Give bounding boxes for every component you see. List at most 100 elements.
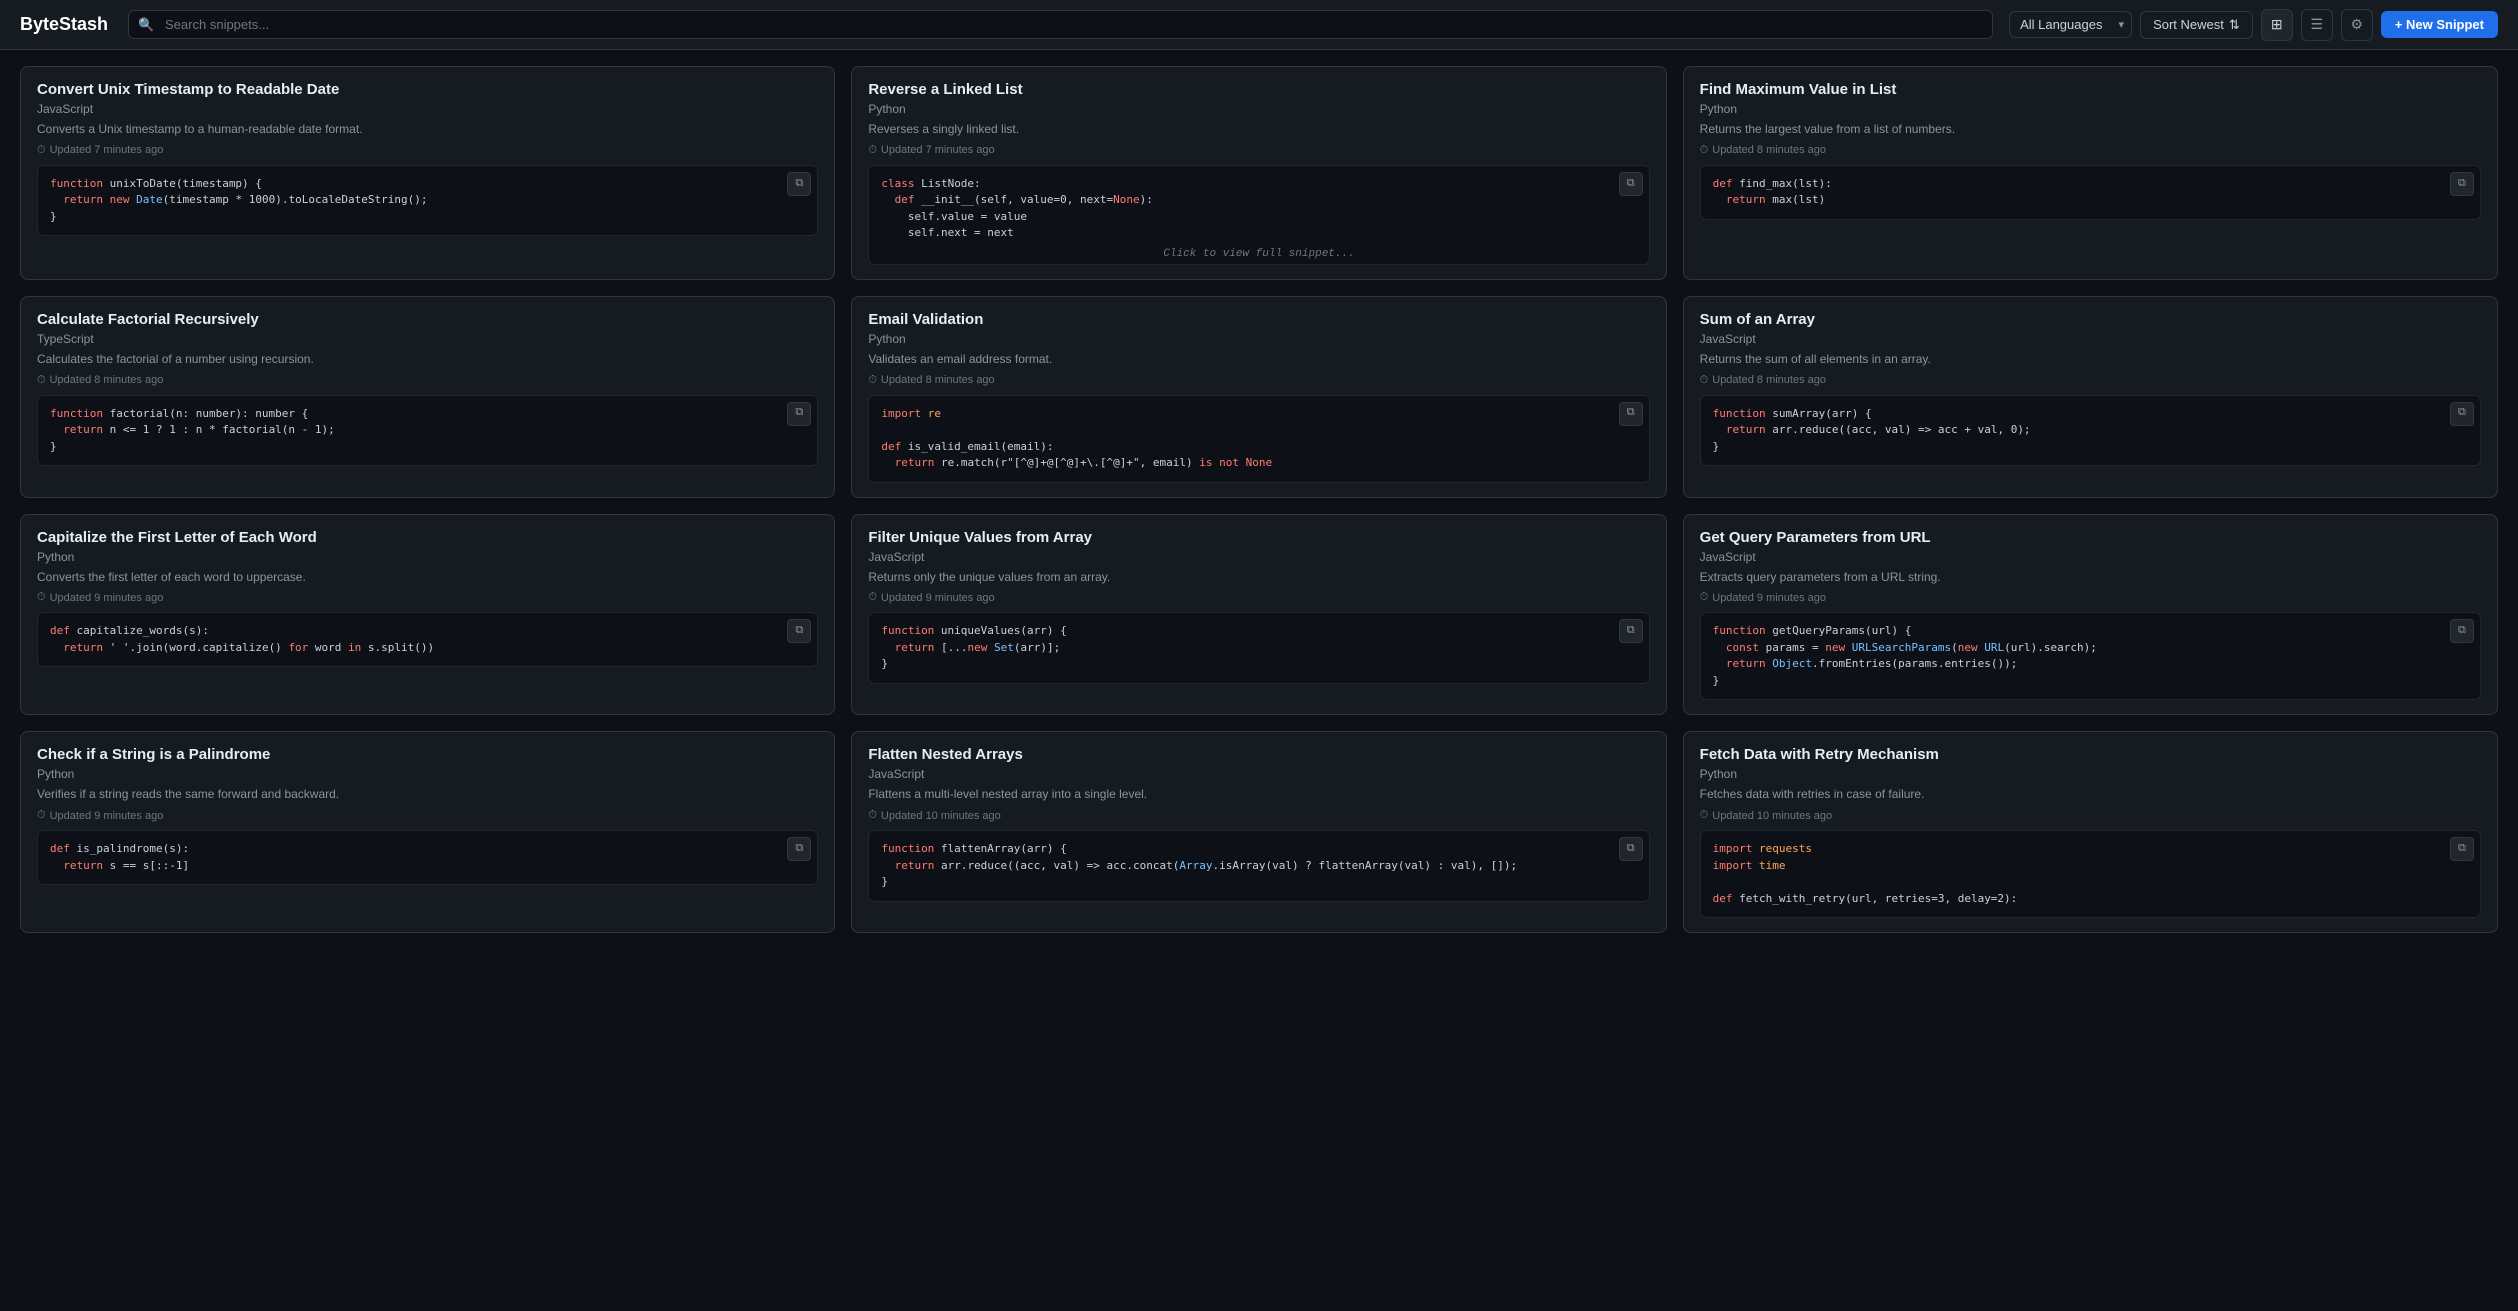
card-code-block: ⧉ def is_palindrome(s): return s == s[::…	[37, 830, 818, 885]
copy-button[interactable]: ⧉	[1619, 619, 1643, 643]
snippet-card[interactable]: Sum of an Array JavaScript Returns the s…	[1683, 296, 2498, 498]
card-language: Python	[868, 102, 1649, 116]
card-description: Converts the first letter of each word t…	[37, 569, 818, 586]
updated-text: Updated 9 minutes ago	[50, 592, 164, 604]
card-header: Reverse a Linked List Python Reverses a …	[852, 67, 1665, 165]
new-snippet-button[interactable]: + New Snippet	[2381, 11, 2498, 38]
clock-icon: ⏱	[37, 809, 46, 822]
card-header: Convert Unix Timestamp to Readable Date …	[21, 67, 834, 165]
card-description: Extracts query parameters from a URL str…	[1700, 569, 2481, 586]
snippet-card[interactable]: Filter Unique Values from Array JavaScri…	[851, 514, 1666, 716]
card-updated: ⏱ Updated 9 minutes ago	[37, 591, 818, 604]
copy-button[interactable]: ⧉	[2450, 619, 2474, 643]
clock-icon: ⏱	[1700, 591, 1709, 604]
language-filter[interactable]: All Languages	[2009, 11, 2132, 38]
search-input[interactable]	[128, 10, 1993, 39]
updated-text: Updated 10 minutes ago	[881, 810, 1001, 822]
card-code-block: ⧉ def find_max(lst): return max(lst)	[1700, 165, 2481, 220]
card-header: Sum of an Array JavaScript Returns the s…	[1684, 297, 2497, 395]
updated-text: Updated 7 minutes ago	[50, 144, 164, 156]
card-language: JavaScript	[868, 767, 1649, 781]
copy-button[interactable]: ⧉	[787, 172, 811, 196]
card-title: Convert Unix Timestamp to Readable Date	[37, 81, 818, 98]
main-content: Convert Unix Timestamp to Readable Date …	[0, 50, 2518, 949]
settings-button[interactable]: ⚙	[2341, 9, 2373, 41]
clock-icon: ⏱	[1700, 374, 1709, 387]
search-bar: 🔍	[128, 10, 1993, 39]
clock-icon: ⏱	[868, 809, 877, 822]
card-language: JavaScript	[37, 102, 818, 116]
card-updated: ⏱ Updated 9 minutes ago	[37, 809, 818, 822]
updated-text: Updated 8 minutes ago	[1712, 144, 1826, 156]
copy-button[interactable]: ⧉	[2450, 837, 2474, 861]
card-title: Find Maximum Value in List	[1700, 81, 2481, 98]
card-title: Sum of an Array	[1700, 311, 2481, 328]
card-code-block: ⧉ import re def is_valid_email(email): r…	[868, 395, 1649, 483]
clock-icon: ⏱	[37, 144, 46, 157]
clock-icon: ⏱	[37, 374, 46, 387]
clock-icon: ⏱	[868, 374, 877, 387]
snippet-card[interactable]: Find Maximum Value in List Python Return…	[1683, 66, 2498, 280]
snippet-card[interactable]: Check if a String is a Palindrome Python…	[20, 731, 835, 933]
card-code-block: ⧉ def capitalize_words(s): return ' '.jo…	[37, 612, 818, 667]
snippet-card[interactable]: Email Validation Python Validates an ema…	[851, 296, 1666, 498]
clock-icon: ⏱	[868, 144, 877, 157]
card-language: JavaScript	[868, 550, 1649, 564]
app-header: ByteStash 🔍 All Languages Sort Newest ⇅ …	[0, 0, 2518, 50]
copy-button[interactable]: ⧉	[2450, 172, 2474, 196]
card-updated: ⏱ Updated 7 minutes ago	[868, 144, 1649, 157]
card-description: Reverses a singly linked list.	[868, 121, 1649, 138]
card-updated: ⏱ Updated 8 minutes ago	[1700, 374, 2481, 387]
copy-button[interactable]: ⧉	[1619, 402, 1643, 426]
clock-icon: ⏱	[37, 591, 46, 604]
copy-button[interactable]: ⧉	[787, 619, 811, 643]
snippet-card[interactable]: Calculate Factorial Recursively TypeScri…	[20, 296, 835, 498]
card-code-block: ⧉ function flattenArray(arr) { return ar…	[868, 830, 1649, 902]
card-header: Fetch Data with Retry Mechanism Python F…	[1684, 732, 2497, 830]
card-title: Capitalize the First Letter of Each Word	[37, 529, 818, 546]
card-description: Calculates the factorial of a number usi…	[37, 351, 818, 368]
snippet-card[interactable]: Convert Unix Timestamp to Readable Date …	[20, 66, 835, 280]
snippet-card[interactable]: Flatten Nested Arrays JavaScript Flatten…	[851, 731, 1666, 933]
card-description: Fetches data with retries in case of fai…	[1700, 786, 2481, 803]
copy-button[interactable]: ⧉	[1619, 172, 1643, 196]
card-description: Validates an email address format.	[868, 351, 1649, 368]
card-description: Verifies if a string reads the same forw…	[37, 786, 818, 803]
sort-button[interactable]: Sort Newest ⇅	[2140, 11, 2253, 39]
updated-text: Updated 9 minutes ago	[881, 592, 995, 604]
card-code-block: ⧉ function uniqueValues(arr) { return [.…	[868, 612, 1649, 684]
card-header: Find Maximum Value in List Python Return…	[1684, 67, 2497, 165]
clock-icon: ⏱	[1700, 144, 1709, 157]
card-title: Check if a String is a Palindrome	[37, 746, 818, 763]
card-header: Filter Unique Values from Array JavaScri…	[852, 515, 1665, 613]
card-language: JavaScript	[1700, 550, 2481, 564]
copy-button[interactable]: ⧉	[1619, 837, 1643, 861]
snippet-card[interactable]: Fetch Data with Retry Mechanism Python F…	[1683, 731, 2498, 933]
card-title: Calculate Factorial Recursively	[37, 311, 818, 328]
card-language: Python	[868, 332, 1649, 346]
card-header: Calculate Factorial Recursively TypeScri…	[21, 297, 834, 395]
card-header: Check if a String is a Palindrome Python…	[21, 732, 834, 830]
clock-icon: ⏱	[868, 591, 877, 604]
card-updated: ⏱ Updated 7 minutes ago	[37, 144, 818, 157]
card-description: Returns the sum of all elements in an ar…	[1700, 351, 2481, 368]
copy-button[interactable]: ⧉	[787, 402, 811, 426]
sort-icon: ⇅	[2229, 17, 2240, 33]
snippet-card[interactable]: Get Query Parameters from URL JavaScript…	[1683, 514, 2498, 716]
language-select[interactable]: All Languages	[2009, 11, 2132, 38]
updated-text: Updated 8 minutes ago	[50, 374, 164, 386]
card-header: Get Query Parameters from URL JavaScript…	[1684, 515, 2497, 613]
updated-text: Updated 7 minutes ago	[881, 144, 995, 156]
copy-button[interactable]: ⧉	[787, 837, 811, 861]
snippet-card[interactable]: Reverse a Linked List Python Reverses a …	[851, 66, 1666, 280]
card-updated: ⏱ Updated 9 minutes ago	[1700, 591, 2481, 604]
copy-button[interactable]: ⧉	[2450, 402, 2474, 426]
list-view-button[interactable]: ☰	[2301, 9, 2333, 41]
card-code-block: ⧉ function unixToDate(timestamp) { retur…	[37, 165, 818, 237]
grid-view-button[interactable]: ⊞	[2261, 9, 2293, 41]
snippet-card[interactable]: Capitalize the First Letter of Each Word…	[20, 514, 835, 716]
updated-text: Updated 9 minutes ago	[1712, 592, 1826, 604]
card-language: JavaScript	[1700, 332, 2481, 346]
card-language: TypeScript	[37, 332, 818, 346]
card-description: Returns only the unique values from an a…	[868, 569, 1649, 586]
